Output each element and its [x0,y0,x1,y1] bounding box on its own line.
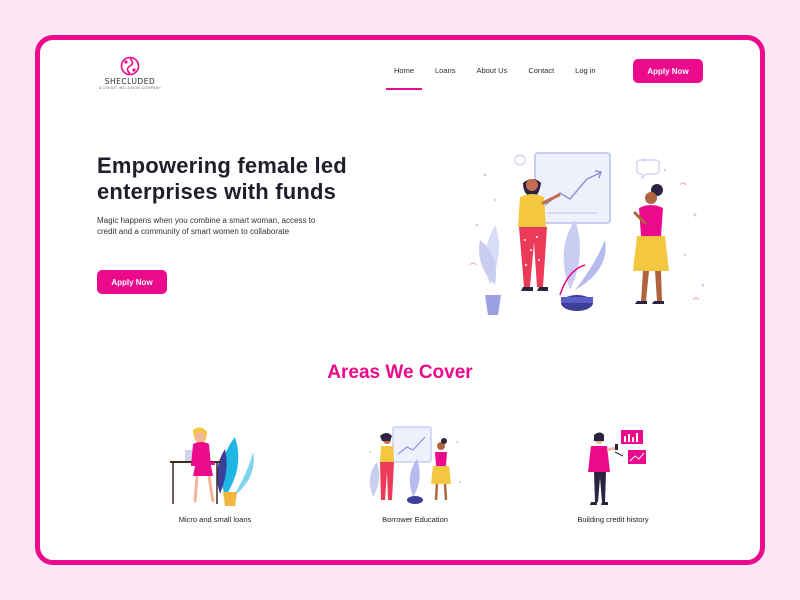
hero-subtitle: Magic happens when you combine a smart w… [97,216,316,236]
brand-logo[interactable]: SHECLUDED A CREDIT INCLUSION COMPANY [95,56,165,96]
brand-name: SHECLUDED [104,77,156,86]
nav-contact[interactable]: Contact [528,66,554,75]
hero-title: Empowering female led enterprises with f… [97,153,347,204]
hero-illustration [469,152,705,315]
nav-apply-button[interactable]: Apply Now [633,59,703,83]
area-card-micro-loans[interactable]: Micro and small loans [140,422,290,524]
page-frame: SHECLUDED A CREDIT INCLUSION COMPANY Hom… [35,35,765,565]
nav-about-us[interactable]: About Us [476,66,507,75]
hero-apply-button[interactable]: Apply Now [97,270,167,294]
main-nav: Home Loans About Us Contact Log in [385,66,617,90]
nav-loans[interactable]: Loans [435,66,455,75]
area-card-credit-history[interactable]: Building credit history [538,422,688,524]
area-card-borrower-education[interactable]: Borrower Education [340,422,490,524]
nav-home[interactable]: Home [385,66,423,90]
brand-tagline: A CREDIT INCLUSION COMPANY [98,86,162,90]
woman-laptop-desk-illustration [170,427,254,506]
logo-mark-icon [120,56,140,76]
area-label-credit-history: Building credit history [577,515,649,524]
areas-title: Areas We Cover [327,362,473,383]
area-label-micro-loans: Micro and small loans [178,515,252,524]
women-presenting-chart-illustration [369,426,461,504]
nav-login[interactable]: Log in [575,66,595,75]
woman-phone-charts-illustration [588,430,646,505]
area-label-borrower-education: Borrower Education [382,515,448,524]
